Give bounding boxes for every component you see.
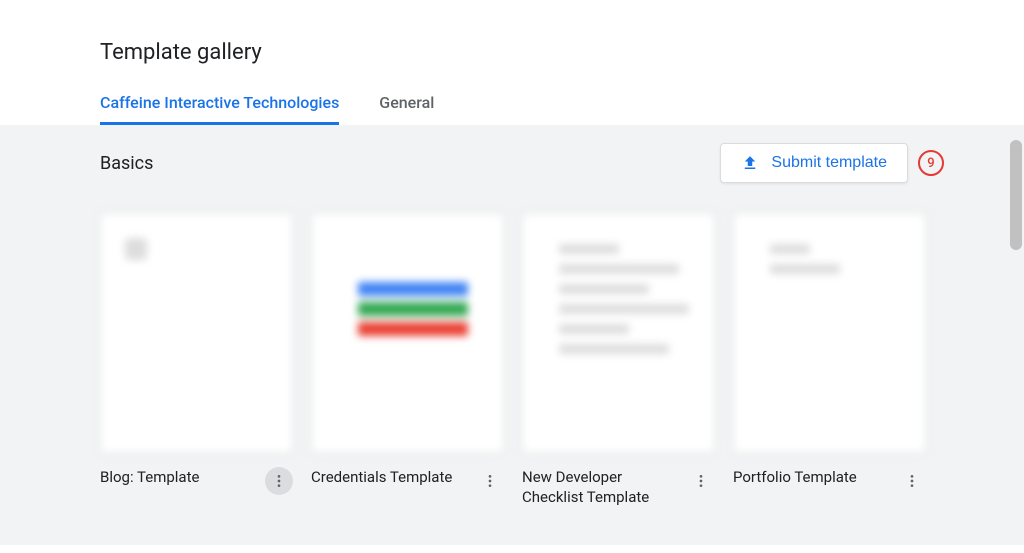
section-row: Basics Submit template 9 (100, 143, 944, 183)
template-name: Portfolio Template (733, 467, 890, 487)
template-card: New Developer Checklist Template (522, 213, 715, 508)
page-title: Template gallery (100, 40, 1024, 65)
more-options-button[interactable] (476, 467, 504, 495)
tabs: Caffeine Interactive Technologies Genera… (100, 93, 1024, 125)
template-card: Portfolio Template (733, 213, 926, 508)
header: Template gallery Caffeine Interactive Te… (0, 0, 1024, 125)
template-name: Credentials Template (311, 467, 468, 487)
annotation-badge: 9 (918, 150, 944, 176)
tab-general[interactable]: General (379, 93, 434, 125)
template-card: Credentials Template (311, 213, 504, 508)
template-name: Blog: Template (100, 467, 257, 487)
more-vertical-icon (482, 473, 498, 489)
more-vertical-icon (271, 473, 287, 489)
more-vertical-icon (904, 473, 920, 489)
submit-group: Submit template 9 (720, 143, 944, 183)
section-title: Basics (100, 153, 153, 174)
submit-template-button[interactable]: Submit template (720, 143, 908, 183)
submit-template-label: Submit template (771, 154, 887, 172)
scrollbar[interactable] (1010, 140, 1022, 250)
content-area: Basics Submit template 9 Blog: Template (0, 125, 1024, 545)
template-thumbnail[interactable] (522, 213, 715, 453)
more-options-button[interactable] (898, 467, 926, 495)
template-thumbnail[interactable] (311, 213, 504, 453)
template-thumbnail[interactable] (100, 213, 293, 453)
template-thumbnail[interactable] (733, 213, 926, 453)
template-card: Blog: Template (100, 213, 293, 508)
template-name: New Developer Checklist Template (522, 467, 679, 508)
tab-caffeine[interactable]: Caffeine Interactive Technologies (100, 93, 339, 125)
templates-grid: Blog: Template Credentials Template (100, 213, 944, 508)
more-options-button[interactable] (687, 467, 715, 495)
more-options-button[interactable] (265, 467, 293, 495)
upload-icon (741, 154, 759, 172)
more-vertical-icon (693, 473, 709, 489)
